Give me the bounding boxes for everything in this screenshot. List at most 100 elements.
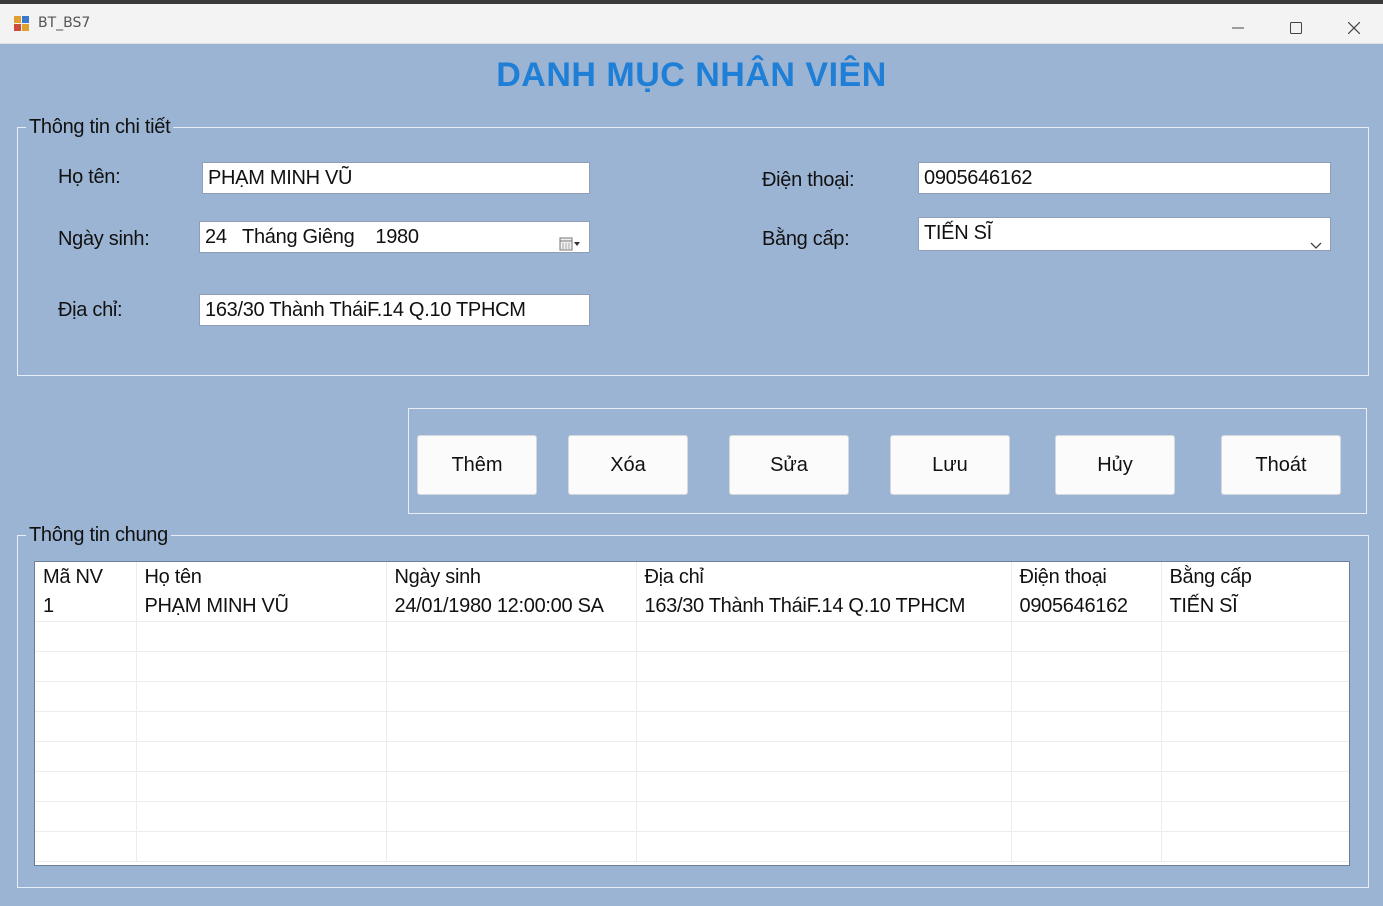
empty-cell: [35, 681, 137, 712]
empty-cell: [386, 801, 637, 832]
main-window: BT_BS7 DANH MỤC NHÂN VIÊN Thông tin chi …: [0, 0, 1383, 906]
empty-cell: [386, 621, 637, 652]
empty-cell: [136, 741, 387, 772]
empty-cell: [136, 771, 387, 802]
empty-cell: [136, 681, 387, 712]
phone-label: Điện thoại:: [762, 169, 855, 191]
name-label: Họ tên:: [58, 166, 121, 188]
maximize-icon: [1290, 21, 1302, 34]
empty-cell: [636, 831, 1012, 862]
close-icon: [1348, 21, 1360, 34]
empty-cell: [636, 741, 1012, 772]
empty-row: [35, 831, 1349, 862]
empty-cell: [636, 651, 1012, 682]
empty-row: [35, 621, 1349, 652]
empty-row: [35, 711, 1349, 742]
empty-cell: [1161, 711, 1349, 742]
employee-grid[interactable]: Mã NV Họ tên Ngày sinh Địa chỉ Điện thoạ…: [34, 561, 1350, 866]
empty-cell: [1011, 831, 1162, 862]
empty-cell: [1011, 681, 1162, 712]
empty-cell: [136, 801, 387, 832]
empty-row: [35, 651, 1349, 682]
empty-cell: [386, 741, 637, 772]
general-legend: Thông tin chung: [29, 524, 168, 546]
empty-cell: [1011, 741, 1162, 772]
degree-label: Bằng cấp:: [762, 228, 850, 250]
save-button[interactable]: Lưu: [890, 435, 1010, 495]
grid-cell[interactable]: PHẠM MINH VŨ: [136, 592, 387, 622]
column-header[interactable]: Bằng cấp: [1161, 562, 1349, 592]
empty-row: [35, 801, 1349, 832]
grid-cell[interactable]: 24/01/1980 12:00:00 SA: [386, 592, 637, 622]
empty-cell: [1011, 711, 1162, 742]
degree-select[interactable]: TIẾN SĨ: [918, 217, 1331, 251]
empty-cell: [1011, 651, 1162, 682]
column-header[interactable]: Họ tên: [136, 562, 387, 592]
empty-cell: [1161, 771, 1349, 802]
empty-cell: [386, 651, 637, 682]
empty-cell: [136, 711, 387, 742]
empty-cell: [35, 801, 137, 832]
empty-cell: [35, 831, 137, 862]
maximize-button[interactable]: [1267, 8, 1325, 47]
exit-button[interactable]: Thoát: [1221, 435, 1341, 495]
dob-picker[interactable]: 24 Tháng Giêng 1980: [199, 221, 590, 253]
name-field[interactable]: PHẠM MINH VŨ: [202, 162, 590, 194]
empty-cell: [1161, 681, 1349, 712]
cancel-button[interactable]: Hủy: [1055, 435, 1175, 495]
empty-cell: [35, 711, 137, 742]
empty-cell: [35, 771, 137, 802]
empty-cell: [636, 801, 1012, 832]
column-header[interactable]: Ngày sinh: [386, 562, 637, 592]
grid-cell[interactable]: 1: [35, 592, 137, 622]
empty-cell: [636, 711, 1012, 742]
calendar-icon[interactable]: [559, 230, 581, 252]
dob-value: 24 Tháng Giêng 1980: [205, 226, 419, 248]
phone-field[interactable]: 0905646162: [918, 162, 1331, 194]
empty-cell: [1011, 801, 1162, 832]
empty-cell: [1161, 831, 1349, 862]
minimize-icon: [1232, 27, 1244, 28]
grid-header-row: Mã NV Họ tên Ngày sinh Địa chỉ Điện thoạ…: [35, 562, 1349, 592]
address-field[interactable]: 163/30 Thành TháiF.14 Q.10 TPHCM: [199, 294, 590, 326]
app-icon: [14, 16, 30, 32]
window-title: BT_BS7: [38, 15, 91, 31]
column-header[interactable]: Mã NV: [35, 562, 137, 592]
empty-cell: [386, 831, 637, 862]
empty-cell: [1161, 621, 1349, 652]
empty-cell: [35, 741, 137, 772]
empty-cell: [136, 651, 387, 682]
address-label: Địa chỉ:: [58, 299, 123, 321]
empty-cell: [1161, 741, 1349, 772]
degree-value: TIẾN SĨ: [924, 222, 992, 244]
empty-row: [35, 771, 1349, 802]
column-header[interactable]: Địa chỉ: [636, 562, 1012, 592]
chevron-down-icon[interactable]: [1310, 229, 1322, 250]
empty-cell: [35, 621, 137, 652]
dob-label: Ngày sinh:: [58, 228, 150, 250]
empty-cell: [1011, 621, 1162, 652]
empty-cell: [386, 711, 637, 742]
empty-cell: [35, 651, 137, 682]
empty-cell: [636, 771, 1012, 802]
grid-cell[interactable]: TIẾN SĨ: [1161, 592, 1349, 622]
page-title: DANH MỤC NHÂN VIÊN: [496, 56, 887, 94]
add-button[interactable]: Thêm: [417, 435, 537, 495]
minimize-button[interactable]: [1209, 8, 1267, 47]
details-legend: Thông tin chi tiết: [29, 116, 171, 138]
empty-cell: [636, 681, 1012, 712]
column-header[interactable]: Điện thoại: [1011, 562, 1162, 592]
close-button[interactable]: [1325, 8, 1383, 47]
grid-cell[interactable]: 0905646162: [1011, 592, 1162, 622]
empty-cell: [1011, 771, 1162, 802]
table-row[interactable]: 1 PHẠM MINH VŨ 24/01/1980 12:00:00 SA 16…: [35, 592, 1349, 622]
delete-button[interactable]: Xóa: [568, 435, 688, 495]
empty-cell: [136, 831, 387, 862]
grid-cell[interactable]: 163/30 Thành TháiF.14 Q.10 TPHCM: [636, 592, 1012, 622]
empty-cell: [636, 621, 1012, 652]
edit-button[interactable]: Sửa: [729, 435, 849, 495]
title-bar[interactable]: BT_BS7: [0, 4, 1383, 44]
empty-row: [35, 741, 1349, 772]
empty-cell: [386, 771, 637, 802]
empty-row: [35, 681, 1349, 712]
